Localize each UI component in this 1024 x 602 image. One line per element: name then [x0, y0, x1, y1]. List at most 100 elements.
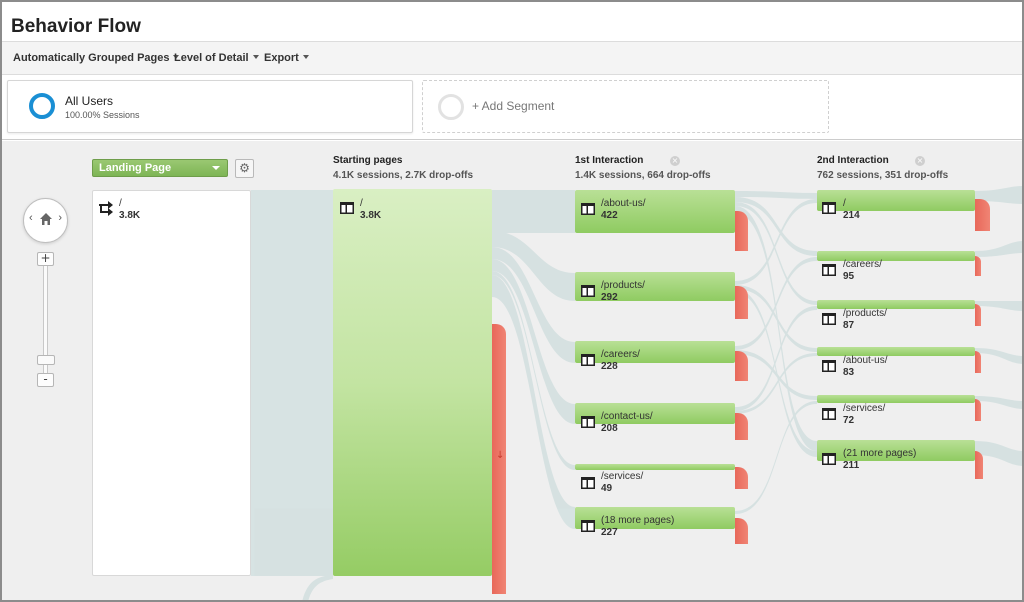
first-node-services[interactable]	[575, 464, 735, 470]
first-node-name: /products/	[601, 280, 645, 291]
gear-icon[interactable]: ⚙	[235, 159, 254, 178]
second-node-careers[interactable]	[817, 251, 975, 261]
first-interaction-stats: 1.4K sessions, 664 drop-offs	[575, 170, 711, 181]
page-icon	[581, 354, 595, 366]
second-node-sessions: 214	[843, 210, 860, 221]
starting-page-name: /	[360, 198, 363, 209]
second-node-services[interactable]	[817, 395, 975, 403]
starting-pages-title: Starting pages	[333, 155, 403, 166]
second-node-name: /about-us/	[843, 355, 888, 366]
chevron-down-icon	[212, 166, 220, 170]
empty-segment-ring-icon	[438, 94, 464, 120]
flow-to-about-us	[492, 190, 575, 233]
second-interaction-title: 2nd Interaction	[817, 155, 889, 166]
page-icon	[822, 408, 836, 420]
chevron-down-icon	[302, 55, 309, 59]
page-icon	[822, 313, 836, 325]
landing-page-name: /	[119, 198, 122, 209]
second-node-services-dropoff[interactable]	[975, 399, 981, 421]
add-segment-button[interactable]: + Add Segment	[422, 80, 829, 133]
first-node-more-pages-dropoff[interactable]	[735, 518, 748, 544]
second-node-more-pages-dropoff[interactable]	[975, 451, 983, 479]
landing-page-sessions: 3.8K	[119, 210, 141, 221]
first-node-name: /about-us/	[601, 198, 646, 209]
landing-page-column: / 3.8K	[92, 190, 251, 576]
flow-landing-to-starting	[251, 190, 333, 576]
first-node-careers[interactable]	[575, 341, 735, 363]
first-node-sessions: 227	[601, 527, 618, 538]
first-node-name: /services/	[601, 471, 644, 482]
export-dropdown[interactable]: Export	[264, 52, 309, 64]
page-icon	[581, 203, 595, 215]
segment-ring-icon	[29, 93, 55, 119]
second-node-careers-dropoff[interactable]	[975, 256, 981, 276]
close-icon[interactable]: ×	[915, 156, 925, 166]
first-node-sessions: 228	[601, 361, 618, 372]
first-node-about-us-dropoff[interactable]	[735, 211, 748, 251]
first-node-about-us[interactable]	[575, 190, 735, 233]
page-title: Behavior Flow	[11, 16, 141, 37]
pan-right-button[interactable]: ›	[58, 212, 62, 224]
second-node-name: (21 more pages)	[843, 448, 917, 459]
page-icon	[822, 264, 836, 276]
first-interaction-title: 1st Interaction	[575, 155, 644, 166]
starting-page-sessions: 3.8K	[360, 210, 382, 221]
flow-out-5	[975, 396, 1022, 409]
second-node-products[interactable]	[817, 300, 975, 309]
first-node-products[interactable]	[575, 272, 735, 301]
starting-page-node[interactable]	[333, 189, 492, 576]
first-node-sessions: 292	[601, 292, 618, 303]
pan-left-button[interactable]: ‹	[29, 212, 33, 224]
flow-out-3	[975, 301, 1022, 311]
dimension-dropdown[interactable]: Landing Page	[92, 159, 228, 177]
export-label: Export	[264, 52, 299, 64]
page-icon	[822, 202, 836, 214]
flow-out-2	[975, 241, 1022, 257]
flow-strand-12	[735, 401, 817, 514]
first-node-sessions: 49	[601, 483, 613, 494]
second-interaction-stats: 762 sessions, 351 drop-offs	[817, 170, 949, 181]
first-node-products-dropoff[interactable]	[735, 286, 748, 319]
entrance-arrows-icon	[99, 201, 113, 216]
first-node-name: /contact-us/	[601, 411, 653, 422]
home-icon[interactable]	[38, 211, 54, 227]
page-icon	[581, 416, 595, 428]
second-node-root-dropoff[interactable]	[975, 199, 990, 231]
close-icon[interactable]: ×	[670, 156, 680, 166]
second-node-sessions: 83	[843, 367, 855, 378]
first-node-services-dropoff[interactable]	[735, 467, 748, 489]
second-node-root[interactable]	[817, 190, 975, 211]
level-of-detail-dropdown[interactable]: Level of Detail	[174, 52, 259, 64]
second-node-sessions: 87	[843, 320, 855, 331]
first-node-name: /careers/	[601, 349, 640, 360]
second-node-name: /	[843, 198, 846, 209]
segment-bar: All Users 100.00% Sessions + Add Segment	[2, 76, 1022, 140]
starting-pages-stats: 4.1K sessions, 2.7K drop-offs	[333, 170, 474, 181]
first-node-name: (18 more pages)	[601, 515, 675, 526]
second-node-sessions: 95	[843, 271, 855, 282]
first-node-contact-us[interactable]	[575, 403, 735, 424]
second-node-name: /careers/	[843, 259, 882, 270]
first-node-careers-dropoff[interactable]	[735, 351, 748, 381]
page-icon	[340, 202, 354, 214]
zoom-out-button[interactable]: -	[37, 373, 54, 387]
first-node-contact-us-dropoff[interactable]	[735, 413, 748, 440]
grouping-dropdown[interactable]: Automatically Grouped Pages	[13, 52, 180, 64]
dropoff-arrow-icon: ↓	[496, 450, 505, 461]
second-node-products-dropoff[interactable]	[975, 304, 981, 326]
segment-all-users[interactable]: All Users 100.00% Sessions	[7, 80, 413, 133]
page-icon	[581, 520, 595, 532]
second-node-about-us[interactable]	[817, 347, 975, 356]
page-icon	[822, 360, 836, 372]
second-node-name: /services/	[843, 403, 886, 414]
zoom-slider-handle[interactable]	[37, 355, 55, 365]
pan-control: ‹ ›	[23, 198, 68, 243]
segment-name: All Users	[65, 94, 114, 108]
zoom-in-button[interactable]: +	[37, 252, 54, 266]
page-icon	[822, 453, 836, 465]
second-node-sessions: 211	[843, 460, 860, 471]
detail-label: Level of Detail	[174, 52, 249, 64]
page-icon	[581, 285, 595, 297]
second-node-about-us-dropoff[interactable]	[975, 351, 981, 373]
flow-canvas[interactable]: ‹ › + - Landing Page ⚙ / 3.8K Starting p…	[2, 141, 1022, 600]
